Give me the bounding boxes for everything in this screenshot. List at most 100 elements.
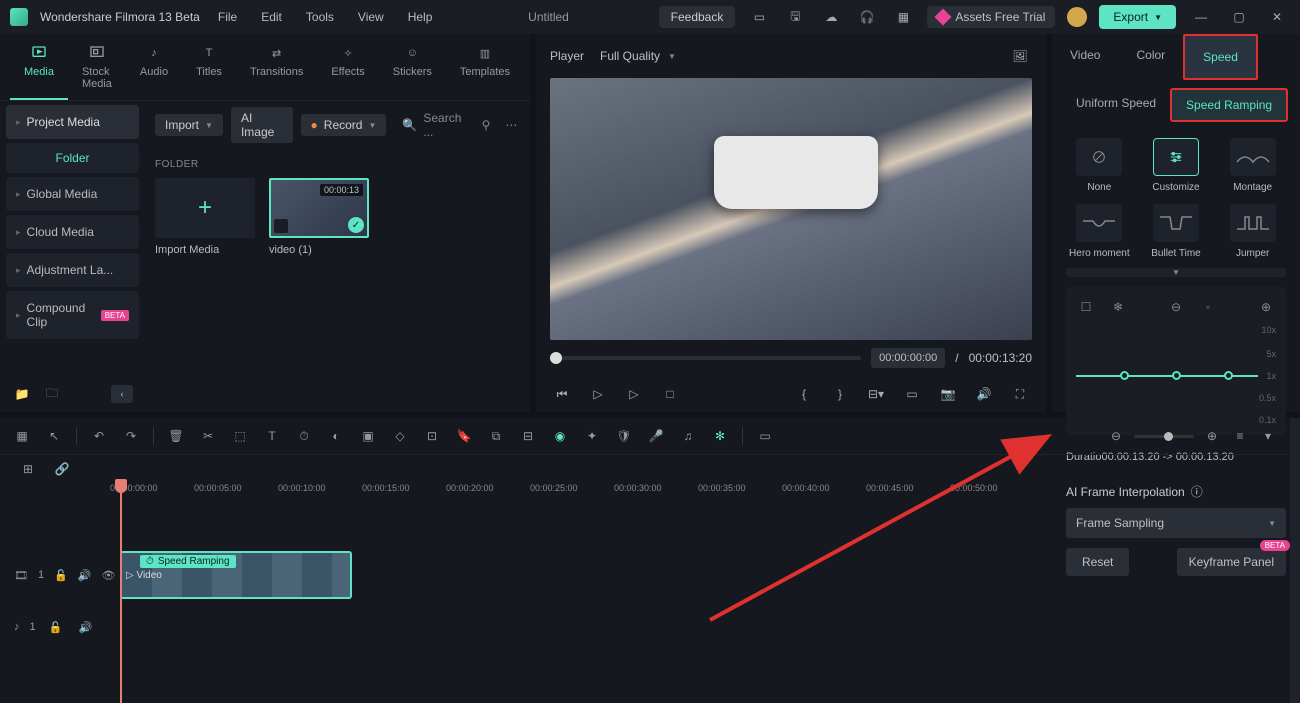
ai-image-button[interactable]: AI Image <box>231 107 293 143</box>
preview-mode-select[interactable]: Player <box>550 49 584 63</box>
subtab-speed-ramping[interactable]: Speed Ramping <box>1170 88 1288 122</box>
tab-titles[interactable]: TTitles <box>182 38 236 100</box>
preview-viewport[interactable] <box>550 78 1032 340</box>
tab-media[interactable]: Media <box>10 38 68 100</box>
close-button[interactable]: ✕ <box>1264 4 1290 30</box>
assets-free-trial-button[interactable]: Assets Free Trial <box>927 6 1055 28</box>
tl-music-icon[interactable]: ♫ <box>678 426 698 446</box>
tl-mark-icon[interactable]: 🔖 <box>454 426 474 446</box>
next-frame-icon[interactable]: ▷ <box>622 382 646 406</box>
sidebar-cloud-media[interactable]: ▸Cloud Media <box>6 215 139 249</box>
scrubber[interactable] <box>550 356 861 360</box>
timeline-ruler[interactable]: 00:00:00:00 00:00:05:00 00:00:10:00 00:0… <box>110 483 1290 509</box>
preset-none[interactable]: None <box>1066 138 1133 194</box>
speed-keyframe[interactable] <box>1172 371 1181 380</box>
tab-templates[interactable]: ▥Templates <box>446 38 524 100</box>
tab-effects[interactable]: ✧Effects <box>317 38 378 100</box>
new-folder-icon[interactable]: 📁 <box>12 384 32 404</box>
mark-out-icon[interactable]: } <box>828 382 852 406</box>
video-thumbnail[interactable]: 00:00:13 ✓ <box>269 178 369 238</box>
speed-keyframe[interactable] <box>1224 371 1233 380</box>
remove-keyframe-icon[interactable]: ⊖ <box>1166 297 1186 317</box>
zoom-slider[interactable] <box>1134 435 1194 438</box>
minimize-button[interactable]: — <box>1188 4 1214 30</box>
new-bin-icon[interactable]: 🗀 <box>42 384 62 404</box>
speed-curve-editor[interactable]: 10x 5x 1x 0.5x 0.1x <box>1076 327 1276 425</box>
tl-speed-icon[interactable]: ⏱ <box>294 426 314 446</box>
menu-view[interactable]: View <box>352 6 390 28</box>
tab-stickers[interactable]: ☺Stickers <box>379 38 446 100</box>
tl-auto-icon[interactable]: ✻ <box>710 426 730 446</box>
quality-select[interactable]: Full Quality▼ <box>600 49 676 63</box>
add-keyframe-icon[interactable]: ⊕ <box>1256 297 1276 317</box>
save-icon[interactable]: 🖫 <box>783 5 807 29</box>
tl-text-icon[interactable]: T <box>262 426 282 446</box>
tl-keyframe-icon[interactable]: ◇ <box>390 426 410 446</box>
keyframe-marker-icon[interactable]: ◦ <box>1198 297 1218 317</box>
track-lock-icon[interactable]: 🔓 <box>46 617 66 637</box>
tl-options-icon[interactable]: ▾ <box>1258 426 1278 446</box>
subtab-uniform-speed[interactable]: Uniform Speed <box>1062 88 1170 122</box>
tab-color[interactable]: Color <box>1118 34 1183 80</box>
tl-fit-icon[interactable]: ⊡ <box>422 426 442 446</box>
track-lock-icon[interactable]: 🔓 <box>54 565 68 585</box>
tl-view-icon[interactable]: ≡ <box>1230 426 1250 446</box>
tl-group-icon[interactable]: ⧉ <box>486 426 506 446</box>
export-button[interactable]: Export ▼ <box>1099 5 1176 29</box>
camera-icon[interactable]: 📷 <box>936 382 960 406</box>
tl-detach-icon[interactable]: ⊟ <box>518 426 538 446</box>
menu-help[interactable]: Help <box>402 6 439 28</box>
display-icon[interactable]: ▭ <box>900 382 924 406</box>
tl-undo-icon[interactable]: ↶ <box>89 426 109 446</box>
tl-cursor-icon[interactable]: ↖ <box>44 426 64 446</box>
preset-jumper[interactable]: Jumper <box>1219 204 1286 260</box>
volume-icon[interactable]: 🔊 <box>972 382 996 406</box>
play-icon[interactable]: ▷ <box>586 382 610 406</box>
tl-enhance-icon[interactable]: ✦ <box>582 426 602 446</box>
tl-ai-icon[interactable]: ◉ <box>550 426 570 446</box>
preset-hero-moment[interactable]: Hero moment <box>1066 204 1133 260</box>
folder-label[interactable]: Folder <box>6 143 139 173</box>
filter-icon[interactable]: ⚲ <box>477 115 494 135</box>
speed-keyframe[interactable] <box>1120 371 1129 380</box>
record-dropdown[interactable]: ●Record▼ <box>301 114 387 136</box>
headphones-icon[interactable]: 🎧 <box>855 5 879 29</box>
fullscreen-icon[interactable]: ⛶ <box>1008 382 1032 406</box>
sidebar-project-media[interactable]: ▸Project Media <box>6 105 139 139</box>
track-add-icon[interactable]: ⊞ <box>18 459 38 479</box>
more-icon[interactable]: ⋯ <box>503 115 520 135</box>
prev-frame-icon[interactable]: ⏮ <box>550 382 574 406</box>
feedback-button[interactable]: Feedback <box>659 6 736 28</box>
tab-audio[interactable]: ♪Audio <box>126 38 182 100</box>
snapshot-icon[interactable]: 🖼 <box>1008 44 1032 68</box>
track-link-icon[interactable]: 🔗 <box>52 459 72 479</box>
sidebar-global-media[interactable]: ▸Global Media <box>6 177 139 211</box>
tl-shield-icon[interactable]: 🛡 <box>614 426 634 446</box>
preset-montage[interactable]: Montage <box>1219 138 1286 194</box>
tab-speed[interactable]: Speed <box>1183 34 1258 80</box>
preset-customize[interactable]: Customize <box>1143 138 1210 194</box>
grid-icon[interactable]: ▦ <box>891 5 915 29</box>
sidebar-adjustment-layer[interactable]: ▸Adjustment La... <box>6 253 139 287</box>
preset-bullet-time[interactable]: Bullet Time <box>1143 204 1210 260</box>
tl-crop-icon[interactable]: ⬚ <box>230 426 250 446</box>
screen-icon[interactable]: ▭ <box>747 5 771 29</box>
tl-color-icon[interactable]: ◐ <box>326 426 346 446</box>
import-dropdown[interactable]: Import▼ <box>155 114 223 136</box>
tab-video[interactable]: Video <box>1052 34 1118 80</box>
import-media-tile[interactable]: + <box>155 178 255 238</box>
search-input[interactable]: 🔍Search ... <box>394 107 469 143</box>
timeline-clip[interactable]: ⏱Speed Ramping ▷ Video <box>120 551 352 599</box>
cloud-icon[interactable]: ☁ <box>819 5 843 29</box>
menu-edit[interactable]: Edit <box>255 6 288 28</box>
scrubber-handle[interactable] <box>550 352 562 364</box>
mark-in-icon[interactable]: { <box>792 382 816 406</box>
maximize-button[interactable]: ▢ <box>1226 4 1252 30</box>
tl-redo-icon[interactable]: ↷ <box>121 426 141 446</box>
stop-icon[interactable]: □ <box>658 382 682 406</box>
freeze-frame-icon[interactable]: ❄ <box>1108 297 1128 317</box>
ratio-icon[interactable]: ⊟▾ <box>864 382 888 406</box>
expand-presets-button[interactable]: ▼ <box>1066 268 1286 277</box>
zoom-out-icon[interactable]: ⊖ <box>1106 426 1126 446</box>
playhead[interactable] <box>120 483 122 703</box>
